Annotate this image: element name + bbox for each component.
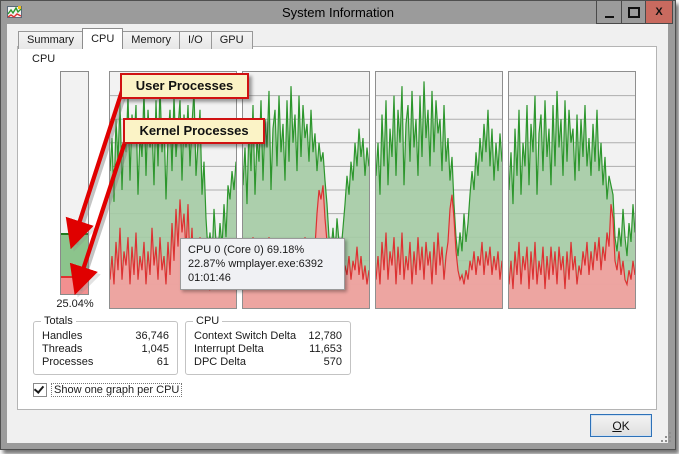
cpu-bar-kernel-fill (61, 276, 88, 294)
stat-value: 12,780 (308, 330, 342, 343)
system-information-window: System Information X SummaryCPUMemoryI/O… (0, 0, 676, 450)
tooltip-line-cpu: CPU 0 (Core 0) 69.18% (188, 243, 337, 257)
checkbox-box[interactable] (33, 383, 47, 397)
stat-label: Threads (42, 343, 82, 356)
stat-value: 36,746 (135, 330, 169, 343)
stat-value: 1,045 (141, 343, 169, 356)
stat-label: Interrupt Delta (194, 343, 264, 356)
stat-row: DPC Delta 570 (194, 356, 342, 369)
cpu-graph-2 (375, 71, 503, 309)
checkbox-label: Show one graph per CPU (52, 384, 181, 396)
cpu-bar-user-fill (61, 233, 88, 278)
caption-buttons: X (596, 1, 673, 24)
stat-row: Context Switch Delta 12,780 (194, 330, 342, 343)
ok-button-accel: O (612, 419, 621, 433)
totals-groupbox: Totals Handles36,746Threads1,045Processe… (33, 321, 178, 375)
close-button[interactable]: X (645, 1, 672, 23)
stat-label: Handles (42, 330, 82, 343)
maximize-icon (628, 7, 640, 18)
titlebar[interactable]: System Information X (1, 1, 675, 24)
close-icon: X (655, 6, 662, 18)
stat-value: 11,653 (309, 343, 342, 356)
stat-row: Processes 61 (42, 356, 169, 369)
tab-cpu[interactable]: CPU (82, 28, 123, 49)
cpu-bar-caption: CPU (32, 53, 55, 65)
totals-rows: Handles 36,746 Threads 1,045 Processes 61 (42, 330, 169, 369)
cpu-groupbox: CPU Context Switch Delta12,780Interrupt … (185, 321, 351, 375)
ok-button-rest: K (622, 419, 630, 433)
cpu-tab-page: CPU 25.04% (17, 46, 657, 410)
cpu-usage-bar (60, 71, 89, 295)
show-one-graph-per-cpu-checkbox[interactable]: Show one graph per CPU (33, 383, 181, 397)
stat-row: Handles 36,746 (42, 330, 169, 343)
cpu-graph-3 (508, 71, 636, 309)
stat-label: Context Switch Delta (194, 330, 296, 343)
tab-memory[interactable]: Memory (122, 31, 180, 49)
tab-i-o[interactable]: I/O (179, 31, 212, 49)
maximize-button[interactable] (621, 1, 645, 23)
minimize-icon (605, 16, 614, 18)
cpu-group-title: CPU (193, 315, 222, 327)
cpu-rows: Context Switch Delta12,780Interrupt Delt… (194, 330, 342, 369)
user-processes-callout: User Processes (120, 73, 249, 99)
stat-value: 570 (324, 356, 342, 369)
window-title: System Information (1, 1, 675, 24)
minimize-button[interactable] (597, 1, 621, 23)
stat-label: Processes (42, 356, 93, 369)
graph-tooltip: CPU 0 (Core 0) 69.18% 22.87% wmplayer.ex… (180, 238, 345, 290)
tooltip-line-time: 01:01:46 (188, 271, 337, 285)
totals-group-title: Totals (41, 315, 76, 327)
ok-button[interactable]: OK (590, 414, 652, 437)
tab-gpu[interactable]: GPU (211, 31, 253, 49)
cpu-percent-label: 25.04% (45, 298, 105, 310)
resize-grip[interactable] (669, 440, 671, 442)
tab-bar: SummaryCPUMemoryI/OGPU (18, 28, 252, 49)
tooltip-line-process: 22.87% wmplayer.exe:6392 (188, 257, 337, 271)
stat-value: 61 (157, 356, 169, 369)
stat-row: Interrupt Delta 11,653 (194, 343, 342, 356)
stat-row: Threads 1,045 (42, 343, 169, 356)
stat-label: DPC Delta (194, 356, 246, 369)
kernel-processes-callout: Kernel Processes (123, 118, 265, 144)
tab-summary[interactable]: Summary (18, 31, 83, 49)
screen: System Information X SummaryCPUMemoryI/O… (0, 0, 679, 454)
